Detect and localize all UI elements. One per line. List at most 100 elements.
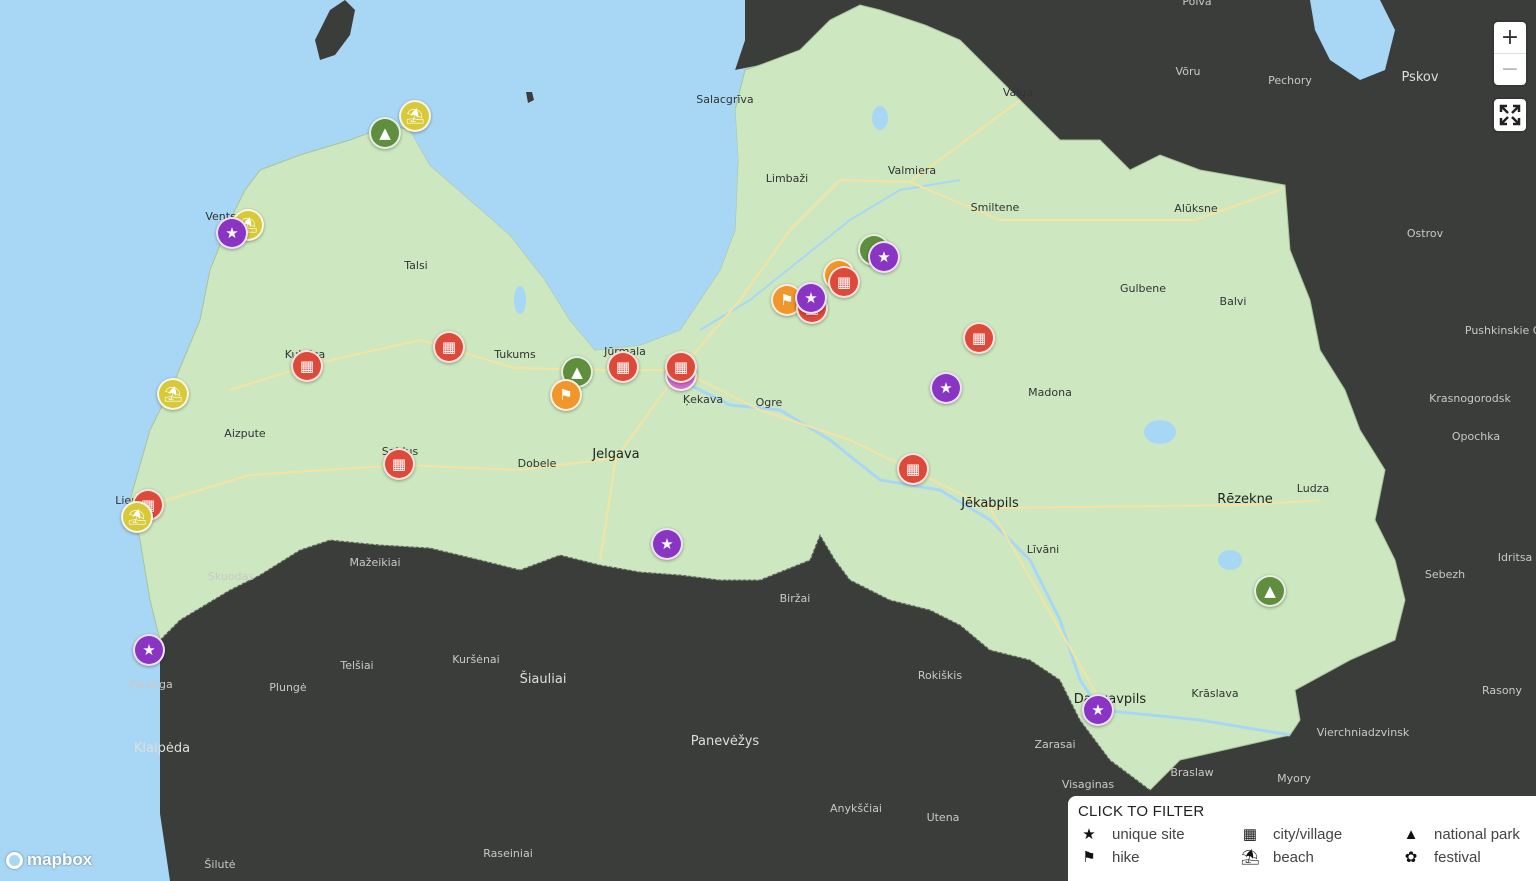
place-label: Utena <box>927 811 960 824</box>
zoom-out-button[interactable]: − <box>1494 54 1526 85</box>
mapbox-logo-text: mapbox <box>27 850 93 869</box>
place-label: Limbaži <box>766 172 808 185</box>
tree-icon: ▲ <box>1403 825 1419 843</box>
umbrella-icon: ⛱ <box>163 385 183 403</box>
place-label: Jēkabpils <box>960 496 1019 511</box>
legend-grid: ★ unique site ▦ city/village ▲ national par… <box>1078 825 1526 867</box>
legend-label: city/village <box>1273 825 1343 843</box>
legend-label: festival <box>1434 848 1481 866</box>
place-label: Skuodas <box>208 570 254 583</box>
legend-item-hike[interactable]: ⚑ hike <box>1078 848 1239 867</box>
place-label: Alūksne <box>1174 202 1218 215</box>
building-icon: ▦ <box>391 455 407 473</box>
marker-city[interactable]: ▦ <box>963 322 995 354</box>
star-icon: ★ <box>1082 826 1096 843</box>
lake-burtnieks <box>872 106 888 130</box>
place-label: Krasnogorodsk <box>1429 392 1511 405</box>
legend-item-festival[interactable]: ✿ festival <box>1400 848 1536 867</box>
building-icon: ▦ <box>836 273 852 291</box>
place-label: Opochka <box>1452 430 1500 443</box>
marker-unique-site[interactable]: ★ <box>930 372 962 404</box>
marker-unique-site[interactable]: ★ <box>216 217 248 249</box>
marker-city[interactable]: ▦ <box>828 266 860 298</box>
marker-city[interactable]: ▦ <box>665 351 697 383</box>
place-label: Myory <box>1277 772 1311 785</box>
marker-city[interactable]: ▦ <box>607 351 639 383</box>
place-label: Ķekava <box>683 393 723 406</box>
lake-razna <box>1218 550 1242 570</box>
marker-unique-site[interactable]: ★ <box>133 634 165 666</box>
place-label: Dobele <box>518 457 557 470</box>
star-icon: ★ <box>877 248 891 266</box>
place-label: Tukums <box>493 348 536 361</box>
place-label: Rokiškis <box>918 669 962 682</box>
marker-beach[interactable]: ⛱ <box>121 501 153 533</box>
legend-title: CLICK TO FILTER <box>1078 803 1205 820</box>
star-icon: ★ <box>1091 701 1105 719</box>
legend-item-city-village[interactable]: ▦ city/village <box>1239 825 1400 844</box>
place-label: Ludza <box>1297 482 1329 495</box>
place-label: Ostrov <box>1407 227 1444 240</box>
star-icon: ★ <box>660 535 674 553</box>
marker-beach[interactable]: ⛱ <box>399 100 431 132</box>
mapbox-logo[interactable]: mapbox <box>6 850 92 870</box>
place-label: Biržai <box>780 592 811 605</box>
tree-icon: ▲ <box>1264 582 1276 600</box>
place-label: Raseiniai <box>483 847 533 860</box>
place-label: Idritsa <box>1498 551 1533 564</box>
place-label: Balvi <box>1220 295 1247 308</box>
place-label: Võru <box>1176 65 1201 78</box>
legend-item-national-park[interactable]: ▲ national park <box>1400 825 1536 843</box>
fullscreen-control <box>1494 99 1526 131</box>
marker-beach[interactable]: ⛱ <box>157 378 189 410</box>
marker-park[interactable]: ▲ <box>369 117 401 149</box>
building-icon: ▦ <box>971 329 987 347</box>
place-label: Smiltene <box>971 201 1020 214</box>
fullscreen-button[interactable] <box>1494 99 1526 130</box>
place-label: Gulbene <box>1120 282 1166 295</box>
marker-unique-site[interactable]: ★ <box>651 528 683 560</box>
place-label: Ogre <box>756 396 783 409</box>
umbrella-icon: ⛱ <box>127 508 147 526</box>
place-label: Krāslava <box>1191 687 1238 700</box>
place-label: Palanga <box>129 678 172 691</box>
place-label: Anykščiai <box>830 802 882 815</box>
legend-label: beach <box>1273 848 1314 866</box>
marker-city[interactable]: ▦ <box>433 331 465 363</box>
marker-hike[interactable]: ⚑ <box>550 379 582 411</box>
place-label: Aizpute <box>224 427 266 440</box>
place-label: Līvāni <box>1027 543 1059 556</box>
building-icon: ▦ <box>673 358 689 376</box>
place-label: Valga <box>1003 86 1033 99</box>
place-label: Klaipėda <box>134 741 190 756</box>
building-icon: ▦ <box>905 460 921 478</box>
festival-icon: ✿ <box>1404 849 1418 866</box>
place-label: Madona <box>1028 386 1072 399</box>
marker-city[interactable]: ▦ <box>897 453 929 485</box>
marker-city[interactable]: ▦ <box>291 350 323 382</box>
lithuania-coast <box>0 640 170 881</box>
zoom-control: + − <box>1494 22 1526 85</box>
legend-item-beach[interactable]: ⛱ beach <box>1239 848 1400 867</box>
place-label: Visaginas <box>1062 778 1115 791</box>
zoom-in-button[interactable]: + <box>1494 22 1526 53</box>
hiker-icon: ⚑ <box>1082 849 1096 866</box>
building-icon: ▦ <box>299 357 315 375</box>
legend-item-unique-site[interactable]: ★ unique site <box>1078 825 1239 844</box>
lake-engure <box>514 286 526 314</box>
map-canvas[interactable]: Salacgrīva Limbaži Valmiera Valga Smiltene Al… <box>0 0 1536 881</box>
place-label: Mažeikiai <box>349 556 400 569</box>
umbrella-icon: ⛱ <box>1240 849 1260 866</box>
legend-label: hike <box>1112 848 1140 866</box>
place-label: Pushkinskie Gory <box>1465 324 1536 337</box>
marker-city[interactable]: ▦ <box>383 448 415 480</box>
place-label: Braslaw <box>1170 766 1213 779</box>
marker-unique-site[interactable]: ★ <box>868 241 900 273</box>
marker-park[interactable]: ▲ <box>1254 575 1286 607</box>
place-label: Zarasai <box>1034 738 1075 751</box>
marker-unique-site[interactable]: ★ <box>795 282 827 314</box>
marker-unique-site[interactable]: ★ <box>1082 694 1114 726</box>
place-label: Šiauliai <box>520 671 567 687</box>
building-icon: ▦ <box>1242 826 1258 843</box>
place-label: Pskov <box>1401 70 1438 85</box>
